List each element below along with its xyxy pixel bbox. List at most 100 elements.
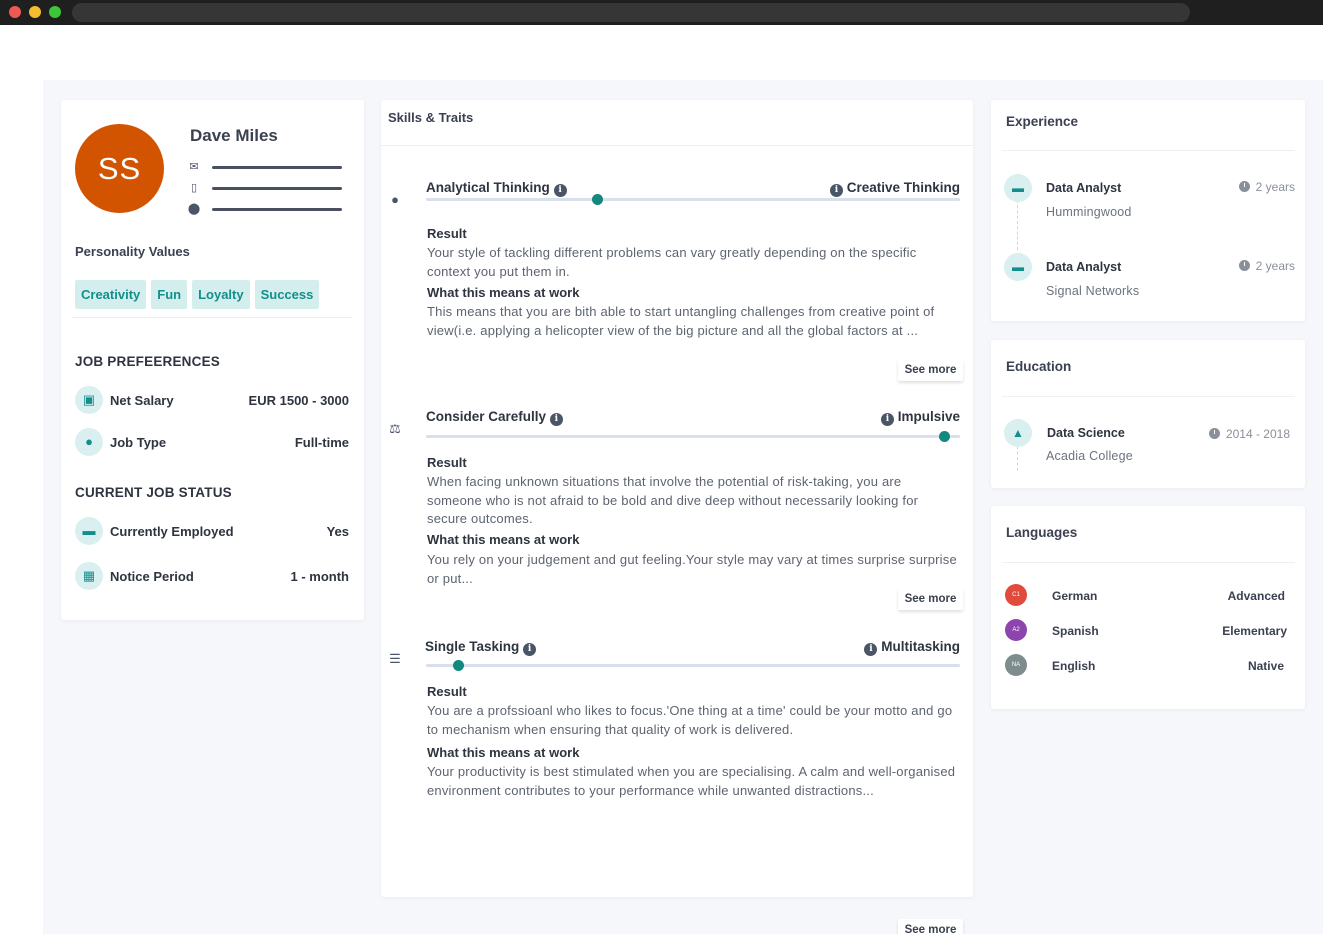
education-degree: Data Science <box>1047 426 1125 440</box>
see-more-button[interactable]: See more <box>898 919 963 934</box>
language-item: NA English Native <box>1005 654 1286 676</box>
trait-slider-track <box>426 660 960 671</box>
see-more-button[interactable]: See more <box>898 359 963 381</box>
job-preferences-title: JOB PREFEERENCES <box>75 354 220 369</box>
notice-period-value: 1 - month <box>290 569 350 584</box>
education-years: 2014 - 2018 <box>1208 427 1290 441</box>
trait-right-label: i Impulsive <box>880 409 960 426</box>
net-salary-row: ▣ Net Salary EUR 1500 - 3000 <box>75 386 349 414</box>
job-type-row: ● Job Type Full-time <box>75 428 349 456</box>
location-redacted <box>212 208 342 211</box>
divider <box>1002 562 1295 563</box>
experience-item: ▬ Data Analyst Signal Networks 2 years <box>1004 253 1295 303</box>
education-title: Education <box>1006 359 1072 374</box>
briefcase-icon: ▬ <box>1004 253 1032 281</box>
divider <box>1002 396 1295 397</box>
education-item: ▲ Data Science Acadia College 2014 - 201… <box>1004 419 1295 469</box>
job-type-label: Job Type <box>110 435 167 450</box>
divider <box>381 145 973 146</box>
language-level-badge: A2 <box>1005 619 1027 641</box>
employed-value: Yes <box>326 524 349 539</box>
notice-period-row: ▦ Notice Period 1 - month <box>75 562 349 590</box>
value-chip: Fun <box>151 280 188 309</box>
avatar: SS <box>75 124 164 213</box>
email-redacted <box>212 166 342 169</box>
meaning-heading: What this means at work <box>427 285 580 300</box>
language-level: Advanced <box>1227 589 1285 603</box>
experience-company: Hummingwood <box>1046 205 1132 219</box>
meaning-text: You rely on your judgement and gut feeli… <box>427 552 957 586</box>
experience-role: Data Analyst <box>1046 260 1122 274</box>
clock-icon <box>1238 181 1250 192</box>
languages-card: Languages C1 German Advanced A2 Spanish … <box>991 506 1305 709</box>
trait-slider-track <box>426 194 960 205</box>
close-window-button[interactable] <box>9 6 21 18</box>
location-line: ⬤ <box>187 202 347 216</box>
calendar-icon: ▦ <box>75 562 103 590</box>
personality-values-title: Personality Values <box>75 244 190 259</box>
current-job-status-title: CURRENT JOB STATUS <box>75 485 232 500</box>
language-item: C1 German Advanced <box>1005 584 1286 606</box>
education-school: Acadia College <box>1046 449 1133 463</box>
candidate-name: Dave Miles <box>190 126 278 145</box>
employed-label: Currently Employed <box>110 524 234 539</box>
result-text: You are a profssioanl who likes to focus… <box>427 703 953 737</box>
divider <box>1002 150 1295 151</box>
trait-left-label: Single Tasking i <box>425 639 537 656</box>
meaning-heading: What this means at work <box>427 745 580 760</box>
phone-line: ▯ <box>187 181 347 195</box>
trait-slider-knob <box>453 660 465 671</box>
trait-slider-track <box>426 431 960 442</box>
graduation-cap-icon: ▲ <box>1004 419 1032 447</box>
experience-item: ▬ Data Analyst Hummingwood 2 years <box>1004 174 1295 224</box>
net-salary-label: Net Salary <box>110 393 174 408</box>
experience-duration: 2 years <box>1238 180 1295 194</box>
language-name: German <box>1052 589 1098 603</box>
experience-role: Data Analyst <box>1046 181 1122 195</box>
language-level: Elementary <box>1222 624 1287 638</box>
result-text: When facing unknown situations that invo… <box>427 474 919 527</box>
location-pin-icon: ⬤ <box>187 203 201 215</box>
divider <box>72 317 352 318</box>
personality-values: Creativity Fun Loyalty Success <box>75 280 320 309</box>
info-icon[interactable]: i <box>553 184 567 197</box>
left-rail <box>0 25 43 934</box>
meaning-text: This means that you are bith able to sta… <box>427 304 935 338</box>
education-card: Education ▲ Data Science Acadia College … <box>991 340 1305 488</box>
trait-left-label: Analytical Thinking i <box>426 180 567 197</box>
briefcase-icon: ▬ <box>1004 174 1032 202</box>
see-more-button[interactable]: See more <box>898 588 963 610</box>
address-bar[interactable] <box>72 3 1190 22</box>
meaning-text: Your productivity is best stimulated whe… <box>427 764 956 798</box>
info-icon[interactable]: i <box>880 413 894 426</box>
maximize-window-button[interactable] <box>49 6 61 18</box>
window-titlebar <box>0 0 1323 25</box>
language-level-badge: C1 <box>1005 584 1027 606</box>
value-chip: Loyalty <box>192 280 250 309</box>
trait-right-label: i Creative Thinking <box>829 180 960 197</box>
experience-title: Experience <box>1006 114 1079 129</box>
language-level-badge: NA <box>1005 654 1027 676</box>
info-icon[interactable]: i <box>549 413 563 426</box>
money-icon: ▣ <box>75 386 103 414</box>
trait-slider-knob <box>938 431 950 442</box>
top-header <box>43 25 1323 80</box>
experience-card: Experience ▬ Data Analyst Hummingwood 2 … <box>991 100 1305 321</box>
skills-title: Skills & Traits <box>388 110 474 125</box>
info-icon[interactable]: i <box>864 643 878 656</box>
email-line: ✉ <box>187 160 347 174</box>
info-icon[interactable]: i <box>523 643 537 656</box>
skills-traits-card: Skills & Traits ● Analytical Thinking i … <box>381 100 973 934</box>
job-type-value: Full-time <box>294 435 349 450</box>
result-heading: Result <box>427 455 467 470</box>
phone-icon: ▯ <box>190 182 198 194</box>
result-heading: Result <box>427 226 467 241</box>
minimize-window-button[interactable] <box>29 6 41 18</box>
language-item: A2 Spanish Elementary <box>1005 619 1287 641</box>
info-icon[interactable]: i <box>829 184 843 197</box>
trait-right-label: i Multitasking <box>864 639 960 656</box>
profile-card: SS Dave Miles ✉ ▯ ⬤ Personality Values C… <box>61 100 364 620</box>
list-icon: ☰ <box>389 651 401 666</box>
employed-row: ▬ Currently Employed Yes <box>75 517 349 545</box>
language-name: English <box>1052 659 1096 673</box>
